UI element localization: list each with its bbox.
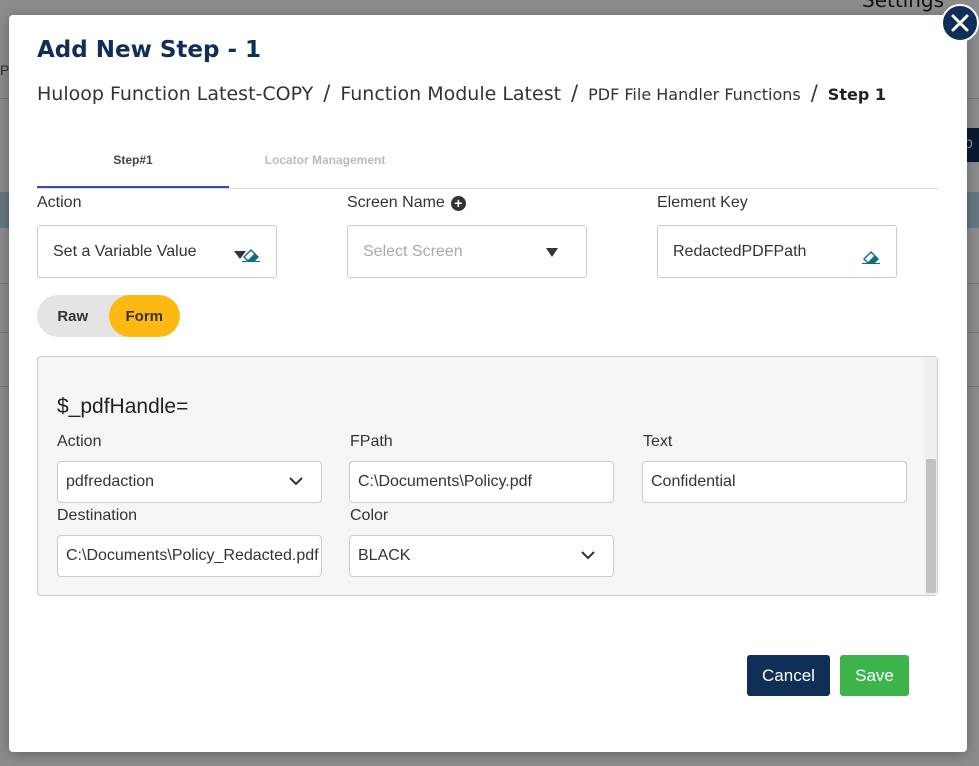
screen-select[interactable]: Select Screen [347, 225, 587, 278]
dropdown-caret-icon [546, 248, 558, 257]
form-action-value: pdfredaction [66, 473, 155, 490]
breadcrumb-separator: / [810, 81, 818, 105]
breadcrumb-separator: / [323, 81, 331, 105]
element-key-label-text: Element Key [657, 194, 748, 211]
form-action-select[interactable]: pdfredaction [57, 461, 322, 503]
action-select[interactable]: Set a Variable Value [37, 225, 277, 278]
element-key-select[interactable]: RedactedPDFPath [657, 225, 897, 278]
action-label: Action [37, 194, 81, 212]
cancel-button[interactable]: Cancel [747, 655, 830, 696]
add-step-modal: Add New Step - 1 Huloop Function Latest-… [9, 15, 967, 752]
eraser-icon[interactable] [860, 248, 882, 264]
breadcrumb-item-handler[interactable]: PDF File Handler Functions [588, 85, 801, 104]
color-label: Color [350, 507, 389, 524]
fpath-input[interactable]: C:\Documents\Policy.pdf [349, 461, 614, 503]
breadcrumb-item-function[interactable]: Huloop Function Latest-COPY [37, 83, 313, 105]
element-key-value: RedactedPDFPath [673, 242, 807, 260]
close-icon [951, 14, 969, 32]
action-select-value: Set a Variable Value [53, 242, 197, 260]
fpath-label: FPath [350, 433, 393, 450]
destination-input[interactable]: C:\Documents\Policy_Redacted.pdf [57, 535, 322, 577]
add-screen-icon[interactable]: + [450, 195, 466, 211]
text-input[interactable]: Confidential [642, 461, 907, 503]
toggle-raw[interactable]: Raw [37, 295, 109, 337]
tab-locator-management[interactable]: Locator Management [229, 145, 421, 188]
destination-label: Destination [57, 507, 138, 524]
breadcrumb-separator: / [571, 81, 579, 105]
color-value: BLACK [358, 547, 411, 564]
tab-step-1[interactable]: Step#1 [37, 145, 229, 188]
breadcrumb-current: Step 1 [827, 85, 886, 104]
action-label-text: Action [37, 194, 82, 211]
fpath-value: C:\Documents\Policy.pdf [358, 473, 532, 490]
form-panel: $_pdfHandle= Action pdfredaction FPath C… [37, 356, 938, 596]
chevron-down-icon [289, 477, 303, 486]
scrollbar-thumb[interactable] [926, 459, 936, 593]
toggle-form[interactable]: Form [108, 295, 180, 337]
modal-title: Add New Step - 1 [37, 37, 262, 63]
variable-name: $_pdfHandle= [57, 395, 189, 418]
text-value: Confidential [651, 473, 736, 490]
text-label: Text [643, 433, 673, 450]
eraser-icon[interactable] [240, 246, 262, 262]
breadcrumb-item-module[interactable]: Function Module Latest [340, 83, 561, 105]
form-action-label: Action [57, 433, 102, 450]
tab-bar: Step#1 Locator Management [37, 145, 939, 189]
breadcrumb: Huloop Function Latest-COPY / Function M… [37, 81, 886, 105]
destination-value: C:\Documents\Policy_Redacted.pdf [66, 547, 319, 564]
screen-name-label: Screen Name + [347, 194, 466, 212]
chevron-down-icon [581, 551, 595, 560]
color-select[interactable]: BLACK [349, 535, 614, 577]
raw-form-toggle: Raw Form [37, 295, 180, 337]
screen-name-label-text: Screen Name [347, 194, 445, 211]
element-key-label: Element Key [657, 194, 748, 212]
scrollbar-track[interactable] [925, 357, 937, 595]
save-button[interactable]: Save [840, 655, 909, 696]
close-button[interactable] [941, 4, 979, 42]
screen-select-placeholder: Select Screen [363, 242, 463, 260]
